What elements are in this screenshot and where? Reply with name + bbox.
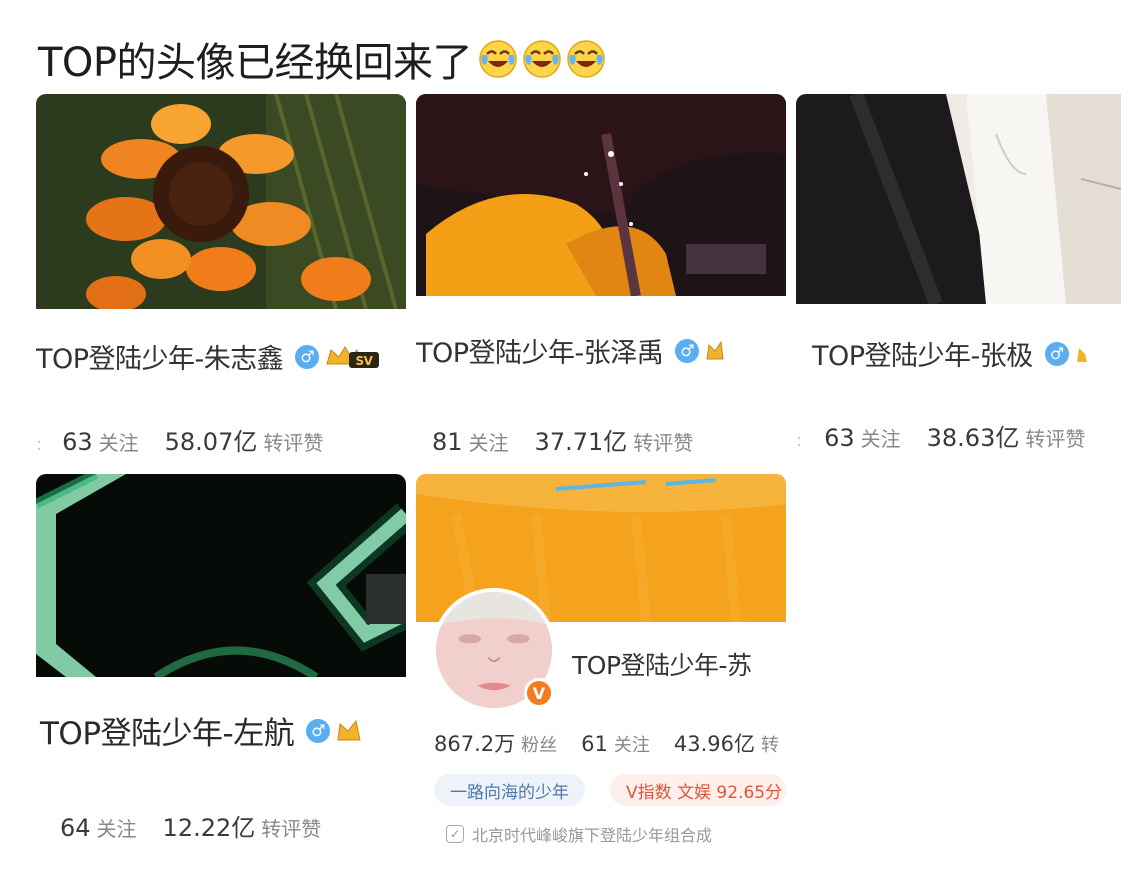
interactions-label: 转评赞 bbox=[1025, 427, 1086, 451]
laugh-cry-icon bbox=[479, 40, 517, 78]
laugh-cry-icon bbox=[523, 40, 561, 78]
following-count[interactable]: 63 bbox=[824, 424, 855, 452]
profile-card-zhang-ji[interactable]: TOP登陆少年-张极 ♂ : 63 关注 38.63亿 转评赞 bbox=[796, 94, 1121, 454]
profile-name[interactable]: TOP登陆少年-朱志鑫 bbox=[36, 337, 284, 376]
dark-orange-image bbox=[416, 94, 786, 296]
svg-text:SV: SV bbox=[356, 354, 374, 368]
profile-name[interactable]: TOP登陆少年-左航 bbox=[40, 708, 295, 753]
post-title-text: TOP的头像已经换回来了 bbox=[38, 40, 473, 86]
svip-crown-icon bbox=[336, 718, 362, 744]
interactions-label: 转评赞 bbox=[263, 431, 324, 454]
svip-crown-icon bbox=[705, 339, 725, 363]
followers-label: 粉丝 bbox=[521, 735, 558, 756]
stats-row: 64 关注 12.22亿 转评赞 bbox=[60, 808, 347, 843]
verified-badge: V bbox=[524, 678, 554, 708]
following-count[interactable]: 81 bbox=[432, 428, 463, 454]
interactions-label: 转 bbox=[760, 735, 779, 756]
profile-card-zuo-hang[interactable]: TOP登陆少年-左航 ♂ 64 关注 12.22亿 转评赞 bbox=[36, 474, 406, 854]
svip-crown-icon bbox=[1075, 342, 1087, 366]
followers-count[interactable]: 867.2万 bbox=[434, 728, 515, 758]
interactions-count: 12.22亿 bbox=[162, 814, 256, 842]
following-label: 关注 bbox=[98, 431, 139, 454]
laugh-cry-icon bbox=[567, 40, 605, 78]
verified-check-icon: ✓ bbox=[446, 825, 464, 843]
cutoff-glyph: : bbox=[36, 434, 43, 454]
profile-name-row: TOP登陆少年-张极 ♂ bbox=[812, 334, 1087, 373]
male-icon: ♂ bbox=[295, 344, 320, 369]
profile-name[interactable]: TOP登陆少年-张泽禹 bbox=[416, 331, 664, 370]
profile-name-row: TOP登陆少年-苏 bbox=[572, 646, 752, 682]
profile-name[interactable]: TOP登陆少年-张极 bbox=[812, 334, 1033, 373]
male-icon: ♂ bbox=[306, 718, 331, 743]
profile-name-row: TOP登陆少年-左航 ♂ bbox=[40, 708, 362, 753]
neon-green-image bbox=[36, 474, 406, 677]
description-text: 北京时代峰峻旗下登陆少年组合成 bbox=[472, 826, 713, 845]
following-count[interactable]: 61 bbox=[581, 732, 608, 756]
profile-name-row: TOP登陆少年-朱志鑫 ♂ SV bbox=[36, 337, 380, 376]
following-label: 关注 bbox=[96, 817, 137, 841]
stats-row: 81 关注 37.71亿 转评赞 bbox=[432, 422, 719, 454]
interactions-label: 转评赞 bbox=[261, 817, 322, 841]
stats-row: 867.2万 粉丝 61 关注 43.96亿 转 bbox=[434, 728, 786, 758]
description-line: ✓ 北京时代峰峻旗下登陆少年组合成 bbox=[446, 822, 712, 846]
sunflower-image bbox=[36, 94, 406, 309]
following-label: 关注 bbox=[613, 735, 650, 756]
emoji-row bbox=[478, 39, 610, 79]
shirt-image bbox=[796, 94, 1121, 304]
stats-row: : 63 关注 58.07亿 转评赞 bbox=[36, 422, 349, 454]
v-index-tag[interactable]: V指数 文娱 92.65分 bbox=[610, 774, 786, 806]
stats-row: : 63 关注 38.63亿 转评赞 bbox=[796, 418, 1111, 453]
following-label: 关注 bbox=[468, 431, 509, 454]
post-title: TOP的头像已经换回来了 bbox=[38, 30, 610, 88]
following-count[interactable]: 63 bbox=[62, 428, 93, 454]
profile-card-zhang-zeyu[interactable]: TOP登陆少年-张泽禹 ♂ 81 关注 37.71亿 转评赞 bbox=[416, 94, 786, 454]
profile-name[interactable]: TOP登陆少年-苏 bbox=[572, 646, 752, 682]
male-icon: ♂ bbox=[1044, 341, 1069, 366]
following-label: 关注 bbox=[860, 427, 901, 451]
interactions-count: 38.63亿 bbox=[926, 424, 1020, 452]
bio-tag[interactable]: 一路向海的少年 bbox=[434, 774, 585, 806]
profile-card-su[interactable]: V TOP登陆少年-苏 867.2万 粉丝 61 关注 43.96亿 转 一路向… bbox=[416, 474, 786, 854]
svip-crown-icon: SV bbox=[325, 344, 380, 370]
interactions-count: 37.71亿 bbox=[534, 428, 628, 454]
interactions-label: 转评赞 bbox=[633, 431, 694, 454]
interactions-count: 58.07亿 bbox=[164, 428, 258, 454]
male-icon: ♂ bbox=[675, 338, 700, 363]
profile-name-row: TOP登陆少年-张泽禹 ♂ bbox=[416, 331, 725, 370]
following-count[interactable]: 64 bbox=[60, 814, 91, 842]
cutoff-glyph: : bbox=[796, 430, 803, 451]
interactions-count: 43.96亿 bbox=[673, 732, 755, 756]
profile-card-zhu[interactable]: TOP登陆少年-朱志鑫 ♂ SV : 63 关注 58.07亿 转评赞 bbox=[36, 94, 406, 454]
